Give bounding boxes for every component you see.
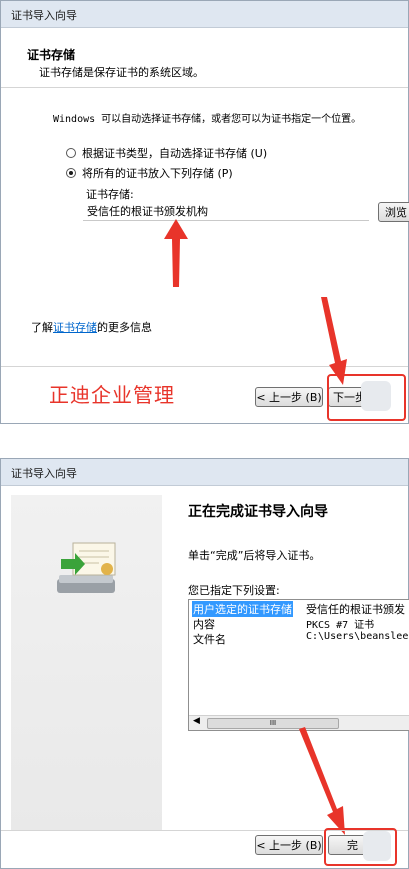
scroll-left-icon[interactable]: ◀ [193, 716, 200, 726]
header-divider [1, 87, 408, 88]
section-heading: 证书存储 [27, 48, 76, 62]
row-value: 受信任的根证书颁发 [306, 603, 405, 616]
row-value: PKCS #7 证书 [306, 620, 375, 631]
back-label: < 上一步 (B) [256, 391, 322, 404]
certificate-icon [57, 542, 116, 593]
title-bar: 证书导入向导 [1, 1, 408, 28]
store-label: 证书存储: [86, 188, 134, 201]
radio-auto-select[interactable] [66, 148, 76, 158]
window-title: 证书导入向导 [11, 9, 77, 22]
radio-manual-label[interactable]: 将所有的证书放入下列存储 (P) [82, 165, 233, 181]
title-bar: 证书导入向导 [1, 459, 408, 486]
learn-suffix: 的更多信息 [97, 321, 152, 334]
intro-text: Windows 可以自动选择证书存储，或者您可以为证书指定一个位置。 [53, 114, 362, 125]
store-field[interactable]: 受信任的根证书颁发机构 [83, 202, 369, 221]
finish-dialog: 证书导入向导 正在完成证书导入向导 单击“完成”后将导入证书。 您已指定下列设置… [0, 458, 409, 869]
learn-prefix: 了解 [31, 321, 53, 334]
arrow-up-shape [164, 219, 188, 287]
row-key: 文件名 [193, 633, 226, 646]
list-row[interactable]: 内容 PKCS #7 证书 [189, 616, 409, 631]
settings-label: 您已指定下列设置: [188, 584, 280, 597]
list-row[interactable]: 用户选定的证书存储 受信任的根证书颁发 [189, 601, 409, 617]
certificate-install-icon [51, 537, 131, 601]
radio-auto-label[interactable]: 根据证书类型，自动选择证书存储 (U) [82, 145, 267, 161]
annotation-arrow-diagonal [299, 727, 345, 835]
finish-heading: 正在完成证书导入向导 [188, 504, 328, 520]
settings-list[interactable]: 用户选定的证书存储 受信任的根证书颁发 内容 PKCS #7 证书 文件名 C:… [188, 599, 409, 731]
back-button[interactable]: < 上一步 (B) [255, 835, 323, 855]
back-button[interactable]: < 上一步 (B) [255, 387, 323, 407]
section-description: 证书存储是保存证书的系统区域。 [39, 66, 204, 79]
arrow-diagonal-shape [299, 727, 345, 835]
annotation-box-finish [324, 828, 397, 866]
radio-manual-store[interactable] [66, 168, 76, 178]
learn-more: 了解证书存储的更多信息 [31, 319, 152, 335]
watermark-text: 正迪企业管理 [49, 383, 175, 407]
annotation-box-next [327, 374, 406, 421]
browse-label: 浏览 [385, 206, 407, 219]
row-key: 内容 [193, 618, 215, 631]
browse-button[interactable]: 浏览 [378, 202, 409, 222]
row-value: C:\Users\beanslee\ [306, 631, 409, 642]
window-title: 证书导入向导 [11, 467, 77, 480]
drive-top [59, 575, 113, 583]
finish-description: 单击“完成”后将导入证书。 [188, 549, 321, 562]
row-key: 用户选定的证书存储 [192, 601, 293, 617]
back-label: < 上一步 (B) [256, 839, 322, 852]
annotation-arrow-up [164, 219, 188, 287]
store-dialog: 证书导入向导 证书存储 证书存储是保存证书的系统区域。 Windows 可以自动… [0, 0, 409, 424]
arrow-diagonal-shape [321, 297, 347, 385]
cert-seal [101, 563, 113, 575]
scroll-grip: III [269, 719, 277, 727]
learn-link[interactable]: 证书存储 [53, 321, 97, 334]
list-row[interactable]: 文件名 C:\Users\beanslee\ [189, 631, 409, 646]
